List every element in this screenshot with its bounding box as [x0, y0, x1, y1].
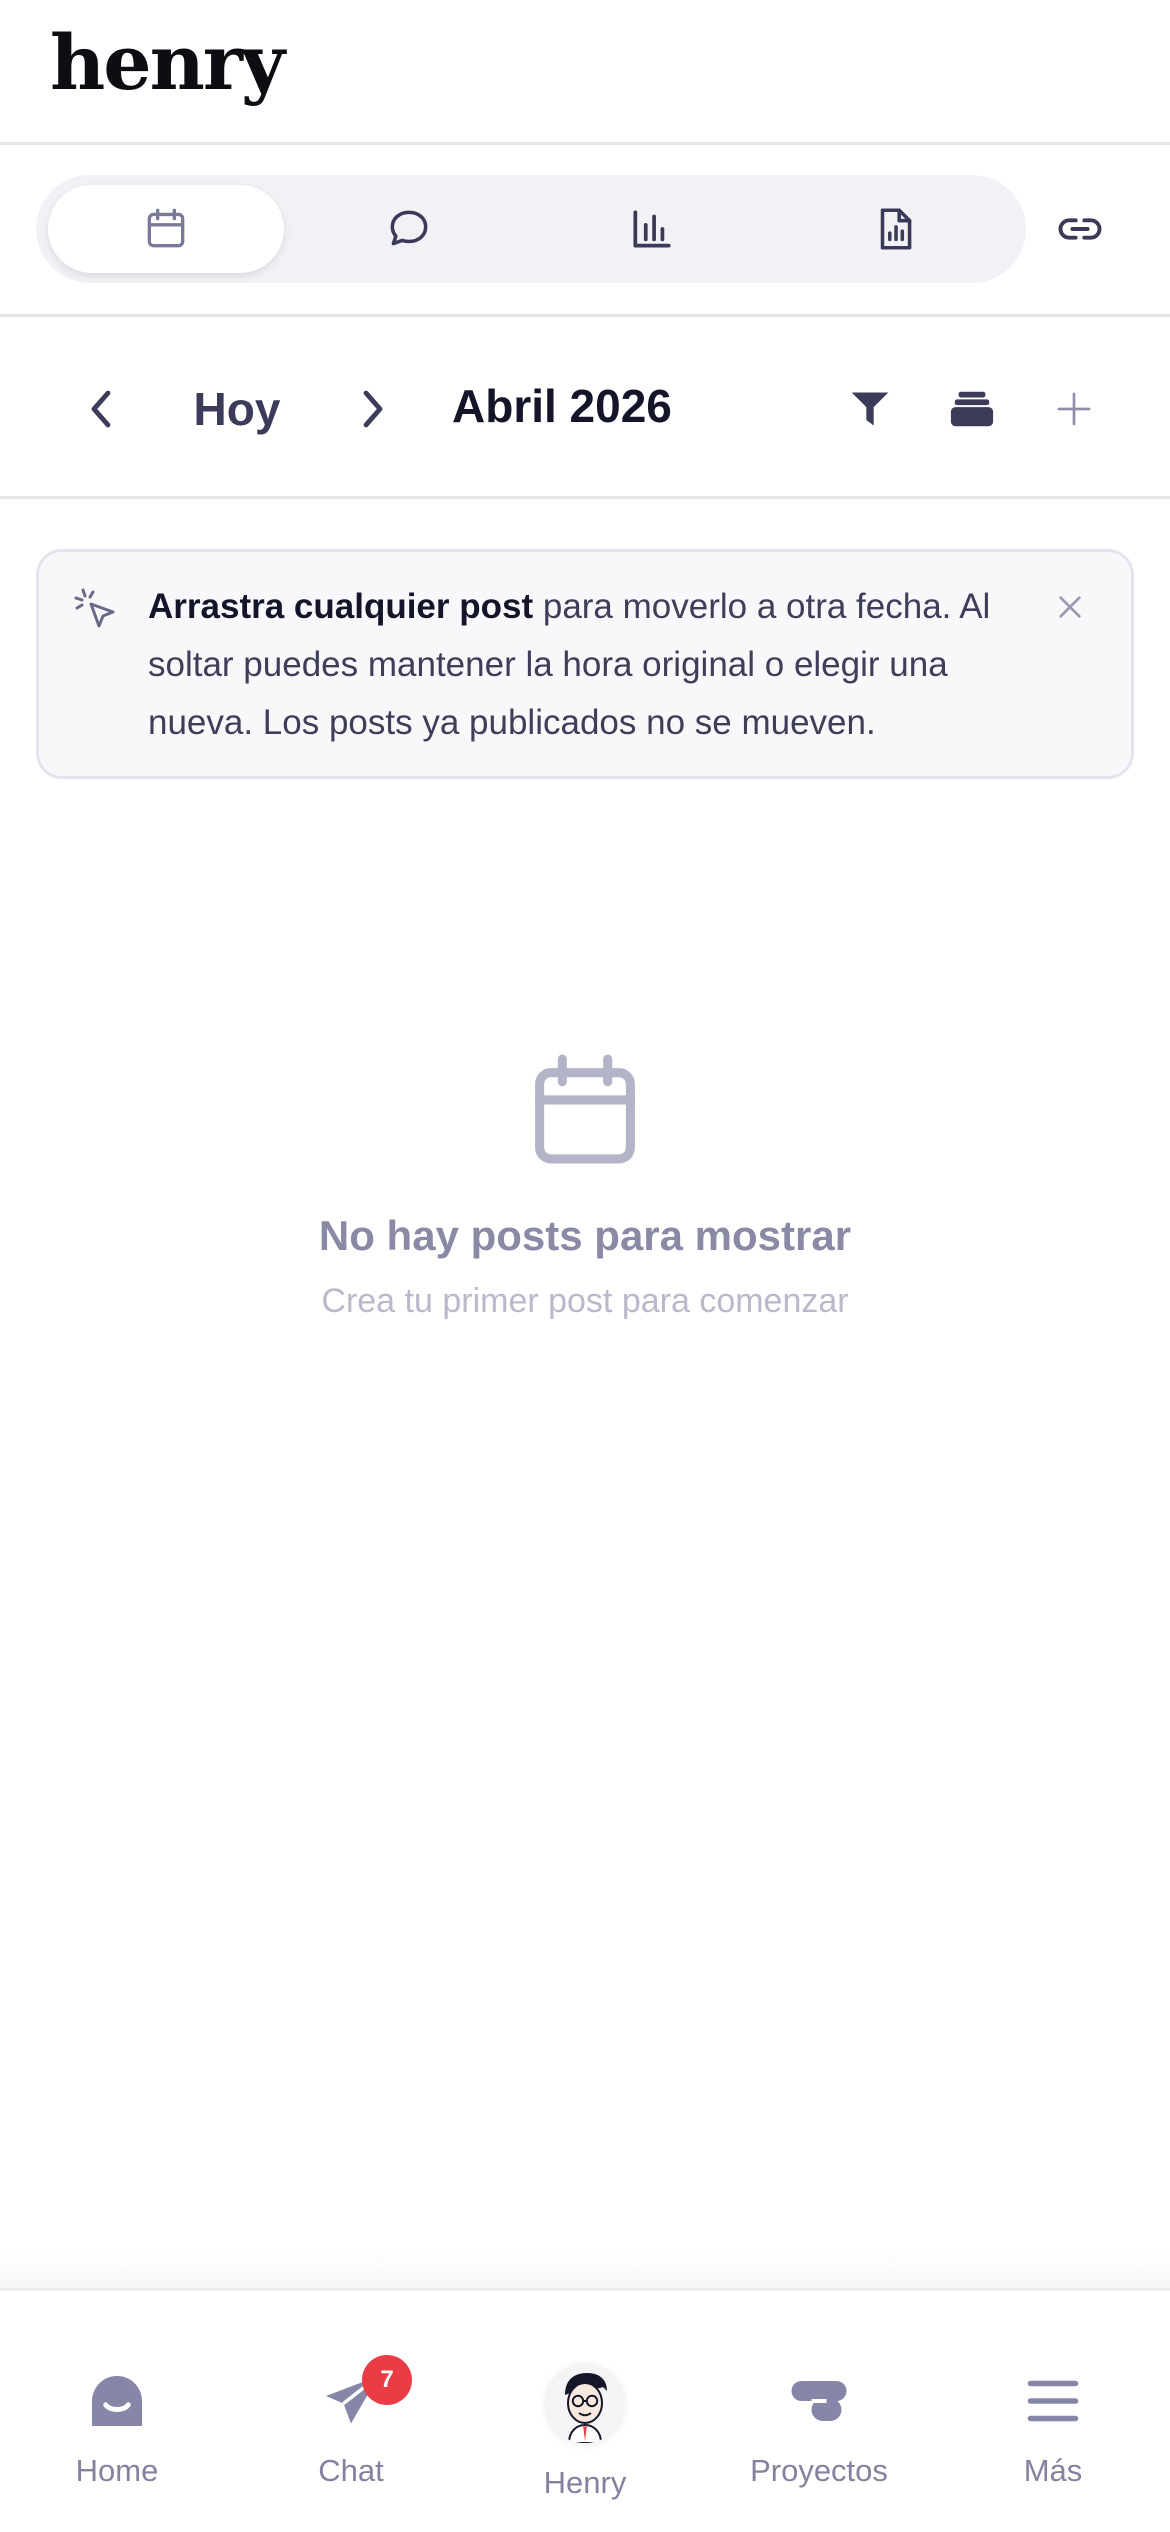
- henry-face-icon: [565, 2373, 607, 2443]
- plus-icon: [1057, 392, 1091, 426]
- nav-home[interactable]: Home: [0, 2291, 234, 2532]
- nav-chat[interactable]: 7 Chat: [234, 2291, 468, 2532]
- empty-state: No hay posts para mostrar Crea tu primer…: [0, 1050, 1170, 1321]
- nav-more[interactable]: Más: [936, 2291, 1170, 2532]
- nav-home-label: Home: [75, 2453, 159, 2488]
- date-navigation: Hoy Abril 2026: [0, 317, 1170, 499]
- calendar-icon: [147, 208, 185, 248]
- app-header: henry: [0, 0, 1170, 145]
- prev-month-button[interactable]: [70, 377, 134, 441]
- nav-projects[interactable]: Proyectos: [702, 2291, 936, 2532]
- filter-button[interactable]: [836, 375, 904, 443]
- home-icon: [92, 2376, 142, 2426]
- drag-hint-text: Arrastra cualquier post para moverlo a o…: [148, 578, 1028, 752]
- chevron-left-icon: [91, 390, 111, 428]
- add-post-button[interactable]: [1040, 375, 1108, 443]
- drag-hint-bold: Arrastra cualquier post: [148, 587, 534, 626]
- stack-icon: [950, 391, 994, 427]
- today-button[interactable]: Hoy: [160, 377, 314, 441]
- tab-analytics[interactable]: [534, 185, 770, 273]
- nav-henry[interactable]: Henry: [468, 2291, 702, 2532]
- banner-close-button[interactable]: [1045, 582, 1095, 632]
- nav-more-label: Más: [1023, 2453, 1083, 2488]
- next-month-button[interactable]: [340, 377, 404, 441]
- app-logo[interactable]: henry: [50, 18, 285, 107]
- link-icon: [1058, 218, 1102, 240]
- henry-avatar: [545, 2363, 625, 2443]
- nav-chat-label: Chat: [318, 2453, 384, 2488]
- projects-icon: [791, 2381, 847, 2421]
- share-link-button[interactable]: [1048, 197, 1112, 261]
- tab-comments[interactable]: [291, 185, 527, 273]
- current-month-label: Abril 2026: [452, 380, 672, 432]
- drag-hint-banner: Arrastra cualquier post para moverlo a o…: [36, 549, 1134, 779]
- empty-state-subtitle: Crea tu primer post para comenzar: [321, 1282, 849, 1320]
- empty-state-title: No hay posts para mostrar: [318, 1212, 852, 1259]
- close-icon: [1059, 596, 1081, 618]
- cursor-click-icon: [74, 588, 115, 628]
- stack-button[interactable]: [938, 375, 1006, 443]
- chat-unread-badge: 7: [362, 2355, 412, 2405]
- bottom-fade: [0, 2250, 1170, 2290]
- view-tabs-bar: [0, 145, 1170, 317]
- menu-icon: [1027, 2380, 1079, 2422]
- bar-chart-icon: [633, 210, 671, 248]
- nav-projects-label: Proyectos: [750, 2453, 888, 2488]
- tab-calendar[interactable]: [48, 185, 284, 273]
- report-file-icon: [880, 208, 912, 250]
- calendar-icon: [535, 1054, 635, 1164]
- filter-icon: [851, 392, 889, 426]
- view-tabs: [36, 175, 1026, 283]
- tab-report[interactable]: [777, 185, 1013, 273]
- nav-henry-label: Henry: [543, 2465, 627, 2500]
- chat-bubble-icon: [390, 210, 428, 246]
- chevron-right-icon: [363, 390, 383, 428]
- bottom-navigation: Home 7 Chat Henry Proyectos Más: [0, 2288, 1170, 2532]
